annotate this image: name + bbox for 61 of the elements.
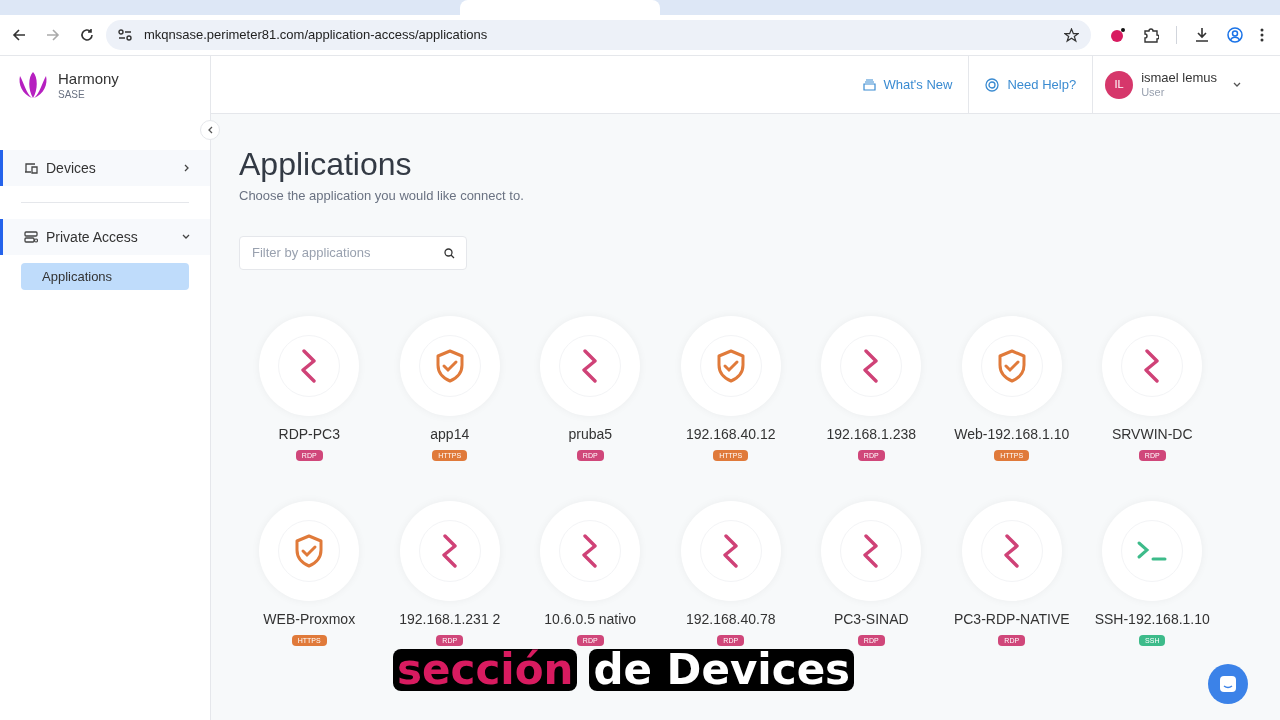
- box-icon: [862, 78, 876, 91]
- rdp-icon: [439, 533, 460, 568]
- app-name: 192.168.40.78: [686, 609, 776, 629]
- download-icon[interactable]: [1194, 27, 1210, 43]
- chat-icon: [1219, 675, 1237, 693]
- app-name: pruba5: [568, 424, 613, 444]
- sidebar-item[interactable]: Private Access: [0, 219, 210, 255]
- caption-text: sección: [393, 649, 578, 691]
- user-name: ismael lemus: [1141, 69, 1217, 86]
- star-icon[interactable]: [1064, 27, 1079, 43]
- app-name: WEB-Proxmox: [263, 609, 356, 629]
- shield-check-icon: [715, 348, 746, 383]
- profile-icon[interactable]: [1227, 27, 1243, 43]
- address-bar[interactable]: mkqnsase.perimeter81.com/application-access/applications: [106, 20, 1091, 50]
- chevron-down-icon: [182, 234, 190, 240]
- app-name: 192.168.1.231 2: [399, 609, 501, 629]
- app-name: 192.168.1.238: [826, 424, 916, 444]
- app-name: PC3-SINAD: [833, 609, 909, 629]
- chevron-right-icon: [184, 164, 190, 172]
- rdp-icon: [1001, 533, 1022, 568]
- shield-check-icon: [996, 348, 1027, 383]
- brand-name: Harmony: [58, 70, 119, 89]
- sidebar-item[interactable]: Devices: [0, 150, 210, 186]
- back-icon[interactable]: [12, 28, 26, 42]
- site-settings-icon[interactable]: [118, 29, 132, 41]
- user-avatar: IL: [1105, 70, 1134, 99]
- collapse-sidebar-button[interactable]: [200, 120, 220, 140]
- app-name: SSH-192.168.1.10: [1094, 609, 1210, 629]
- shield-check-icon: [434, 348, 465, 383]
- page-title: Applications: [239, 145, 413, 184]
- sidebar-subitem[interactable]: Applications: [21, 263, 189, 290]
- server-icon: [24, 231, 38, 243]
- reload-icon[interactable]: [80, 28, 94, 42]
- chevron-left-icon: [207, 126, 213, 134]
- need-help-button[interactable]: Need Help?: [969, 56, 1094, 113]
- extension-icon[interactable]: [1110, 27, 1126, 43]
- app-name: PC3-RDP-NATIVE: [953, 609, 1070, 629]
- search-icon: [444, 247, 455, 259]
- menu-icon[interactable]: [1260, 27, 1264, 43]
- puzzle-icon[interactable]: [1143, 27, 1159, 43]
- app-name: SRVWIN-DC: [1111, 424, 1193, 444]
- whats-new-button[interactable]: What's New: [846, 56, 970, 113]
- product-name: SASE: [58, 88, 86, 102]
- user-menu[interactable]: IL ismael lemus User: [1093, 56, 1245, 113]
- app-name: RDP-PC3: [278, 424, 340, 444]
- terminal-icon: [1136, 539, 1169, 562]
- shield-check-icon: [294, 533, 325, 568]
- lifebuoy-icon: [985, 77, 1000, 92]
- user-role: User: [1141, 85, 1165, 100]
- app-name: 192.168.40.12: [686, 424, 776, 444]
- app-name: Web-192.168.1.10: [954, 424, 1070, 444]
- rdp-icon: [720, 533, 741, 568]
- url-text: mkqnsase.perimeter81.com/application-access/applications: [144, 26, 489, 45]
- app-name: app14: [430, 424, 470, 444]
- app-name: 10.6.0.5 nativo: [544, 609, 637, 629]
- chevron-down-icon: [1233, 81, 1241, 88]
- forward-icon[interactable]: [46, 28, 60, 42]
- devices-icon: [24, 162, 38, 174]
- page-subtitle: Choose the application you would like connect to.: [239, 187, 525, 205]
- caption-text: de Devices: [589, 649, 855, 691]
- search-field[interactable]: Filter by applications: [239, 235, 467, 270]
